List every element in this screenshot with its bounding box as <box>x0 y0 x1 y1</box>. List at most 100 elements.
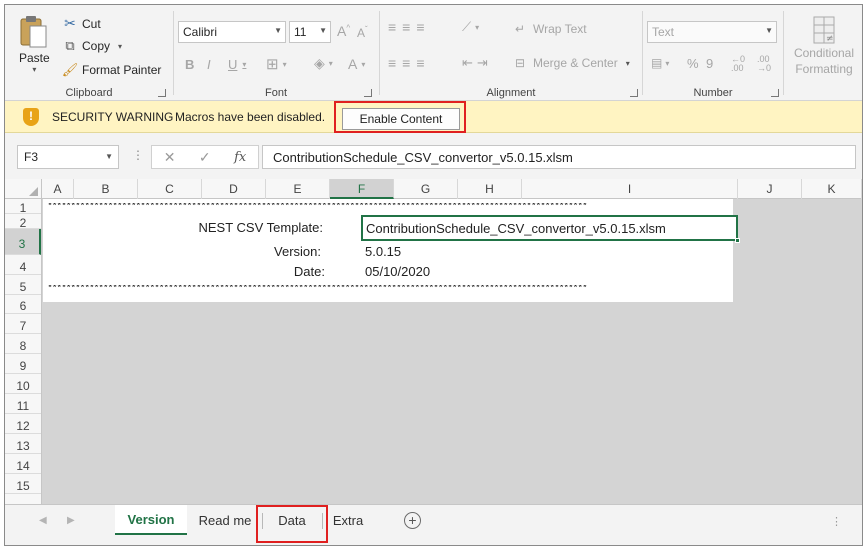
more-options-icon[interactable]: ⋮ <box>831 515 842 528</box>
sheet-tab-read-me[interactable]: Read me <box>189 505 261 535</box>
alignment-launcher-icon[interactable] <box>630 89 638 97</box>
font-size-value: 11 <box>294 25 307 39</box>
comma-style-button[interactable]: 9 <box>706 56 713 71</box>
accounting-format-button[interactable]: ▤ ▾ <box>651 56 669 70</box>
column-headers: ABCDEFGHIJK <box>5 179 862 199</box>
font-name-select[interactable]: Calibri ▼ <box>178 21 286 43</box>
row-header-4[interactable]: 4 <box>5 255 41 275</box>
column-header-d[interactable]: D <box>202 179 266 199</box>
decrease-font-button[interactable]: Aˇ <box>357 25 368 40</box>
borders-icon: ⊞ <box>266 56 279 73</box>
borders-button[interactable]: ⊞ ▾ <box>266 55 287 73</box>
row-header-12[interactable]: 12 <box>5 414 41 434</box>
row-header-15[interactable]: 15 <box>5 474 41 494</box>
column-header-g[interactable]: G <box>394 179 458 199</box>
date-value[interactable]: 05/10/2020 <box>365 264 430 279</box>
underline-button[interactable]: U ▾ <box>228 57 246 72</box>
row-header-5[interactable]: 5 <box>5 275 41 295</box>
number-launcher-icon[interactable] <box>771 89 779 97</box>
fill-handle[interactable] <box>735 238 740 243</box>
clipboard-launcher-icon[interactable] <box>158 89 166 97</box>
enable-content-button[interactable]: Enable Content <box>342 108 460 130</box>
version-value[interactable]: 5.0.15 <box>365 244 401 259</box>
font-name-value: Calibri <box>183 25 218 39</box>
italic-button[interactable]: I <box>207 57 211 72</box>
orientation-button[interactable]: ⟋ ▾ <box>462 19 479 35</box>
column-header-h[interactable]: H <box>458 179 522 199</box>
increase-decimal-button[interactable]: ←0.00 <box>731 55 745 73</box>
next-sheet-icon[interactable]: ▶ <box>67 515 75 526</box>
template-label: NEST CSV Template: <box>198 220 323 235</box>
row-header-10[interactable]: 10 <box>5 374 41 394</box>
active-cell-f3[interactable]: ContributionSchedule_CSV_convertor_v5.0.… <box>361 215 740 243</box>
cancel-icon[interactable]: ✕ <box>164 149 176 166</box>
row-header-6[interactable]: 6 <box>5 295 41 314</box>
row-header-1[interactable]: 1 <box>5 199 41 215</box>
font-launcher-icon[interactable] <box>364 89 372 97</box>
column-header-b[interactable]: B <box>74 179 138 199</box>
cut-button[interactable]: ✂ Cut <box>61 15 101 32</box>
add-sheet-button[interactable]: + <box>404 512 421 529</box>
row-header-2[interactable]: 2 <box>5 214 41 230</box>
bold-button[interactable]: B <box>185 57 194 72</box>
chevron-down-icon: ▼ <box>274 26 282 35</box>
row-header-9[interactable]: 9 <box>5 354 41 374</box>
row-header-8[interactable]: 8 <box>5 334 41 354</box>
row-header-3[interactable]: 3 <box>5 229 41 255</box>
wrap-text-button[interactable]: ↵ Wrap Text <box>515 22 587 36</box>
prev-sheet-icon[interactable]: ◀ <box>39 515 47 526</box>
row-header-11[interactable]: 11 <box>5 394 41 414</box>
decrease-font-icon: Aˇ <box>357 25 368 40</box>
decrease-decimal-icon: .00 →0 <box>757 54 772 73</box>
chevron-down-icon: ▾ <box>328 59 333 68</box>
confirm-icon[interactable]: ✓ <box>199 149 211 166</box>
row-header-7[interactable]: 7 <box>5 314 41 334</box>
merge-center-label: Merge & Center <box>533 56 618 70</box>
column-header-e[interactable]: E <box>266 179 330 199</box>
column-header-a[interactable]: A <box>42 179 74 199</box>
vertical-align-buttons[interactable]: ≡ ≡ ≡ <box>388 19 431 35</box>
insert-function-icon[interactable]: fx <box>234 150 246 165</box>
sheet-cells[interactable]: ****************************************… <box>43 199 862 504</box>
sheet-tab-extra[interactable]: Extra <box>323 505 373 535</box>
sheet-tab-version[interactable]: Version <box>115 505 187 535</box>
more-options-icon[interactable]: ⋮ <box>132 148 144 162</box>
chevron-down-icon: ▾ <box>475 22 480 32</box>
column-header-f[interactable]: F <box>330 179 394 199</box>
number-group: Text ▼ ▤ ▾ % 9 ←0.00 .00 →0 Number <box>643 5 783 101</box>
chevron-down-icon: ▾ <box>242 60 247 69</box>
increase-font-button[interactable]: A^ <box>337 23 350 39</box>
select-all-button[interactable] <box>5 179 42 199</box>
percent-button[interactable]: % <box>687 56 699 71</box>
row-header-14[interactable]: 14 <box>5 454 41 474</box>
column-header-k[interactable]: K <box>802 179 862 199</box>
conditional-formatting-button[interactable]: ≠ Conditional Formatting <box>788 15 860 77</box>
formula-input[interactable]: ContributionSchedule_CSV_convertor_v5.0.… <box>262 145 856 169</box>
font-group-label: Font <box>264 87 287 99</box>
number-format-select[interactable]: Text ▼ <box>647 21 777 43</box>
security-warning-bar: ! SECURITY WARNING Macros have been disa… <box>5 101 862 133</box>
sheet-tab-data[interactable]: Data <box>263 505 321 535</box>
number-group-label: Number <box>693 87 733 99</box>
scissors-icon: ✂ <box>64 15 76 31</box>
copy-button[interactable]: ⧉ Copy ▾ <box>61 38 122 54</box>
format-painter-button[interactable]: 🖌 Format Painter <box>61 62 162 78</box>
date-label: Date: <box>293 264 325 279</box>
indent-buttons[interactable]: ⇤ ⇥ <box>462 55 492 71</box>
bold-label: B <box>185 57 195 72</box>
formula-buttons: ✕ ✓ fx <box>151 145 259 169</box>
name-box[interactable]: F3 ▼ <box>17 145 119 169</box>
font-color-button[interactable]: A ▾ <box>348 56 365 72</box>
decrease-decimal-button[interactable]: .00 →0 <box>757 55 771 73</box>
plus-icon: + <box>408 512 417 528</box>
fill-color-button[interactable]: ◈ ▾ <box>314 55 333 72</box>
increase-font-icon: A^ <box>337 23 351 39</box>
paste-button[interactable]: Paste ▾ <box>19 15 50 74</box>
row-header-13[interactable]: 13 <box>5 434 41 454</box>
font-size-select[interactable]: 11 ▼ <box>289 21 331 43</box>
column-header-c[interactable]: C <box>138 179 202 199</box>
column-header-i[interactable]: I <box>522 179 738 199</box>
horizontal-align-buttons[interactable]: ≡ ≡ ≡ <box>388 55 431 71</box>
column-header-j[interactable]: J <box>738 179 802 199</box>
merge-center-button[interactable]: ⊟ Merge & Center ▾ <box>515 56 630 70</box>
